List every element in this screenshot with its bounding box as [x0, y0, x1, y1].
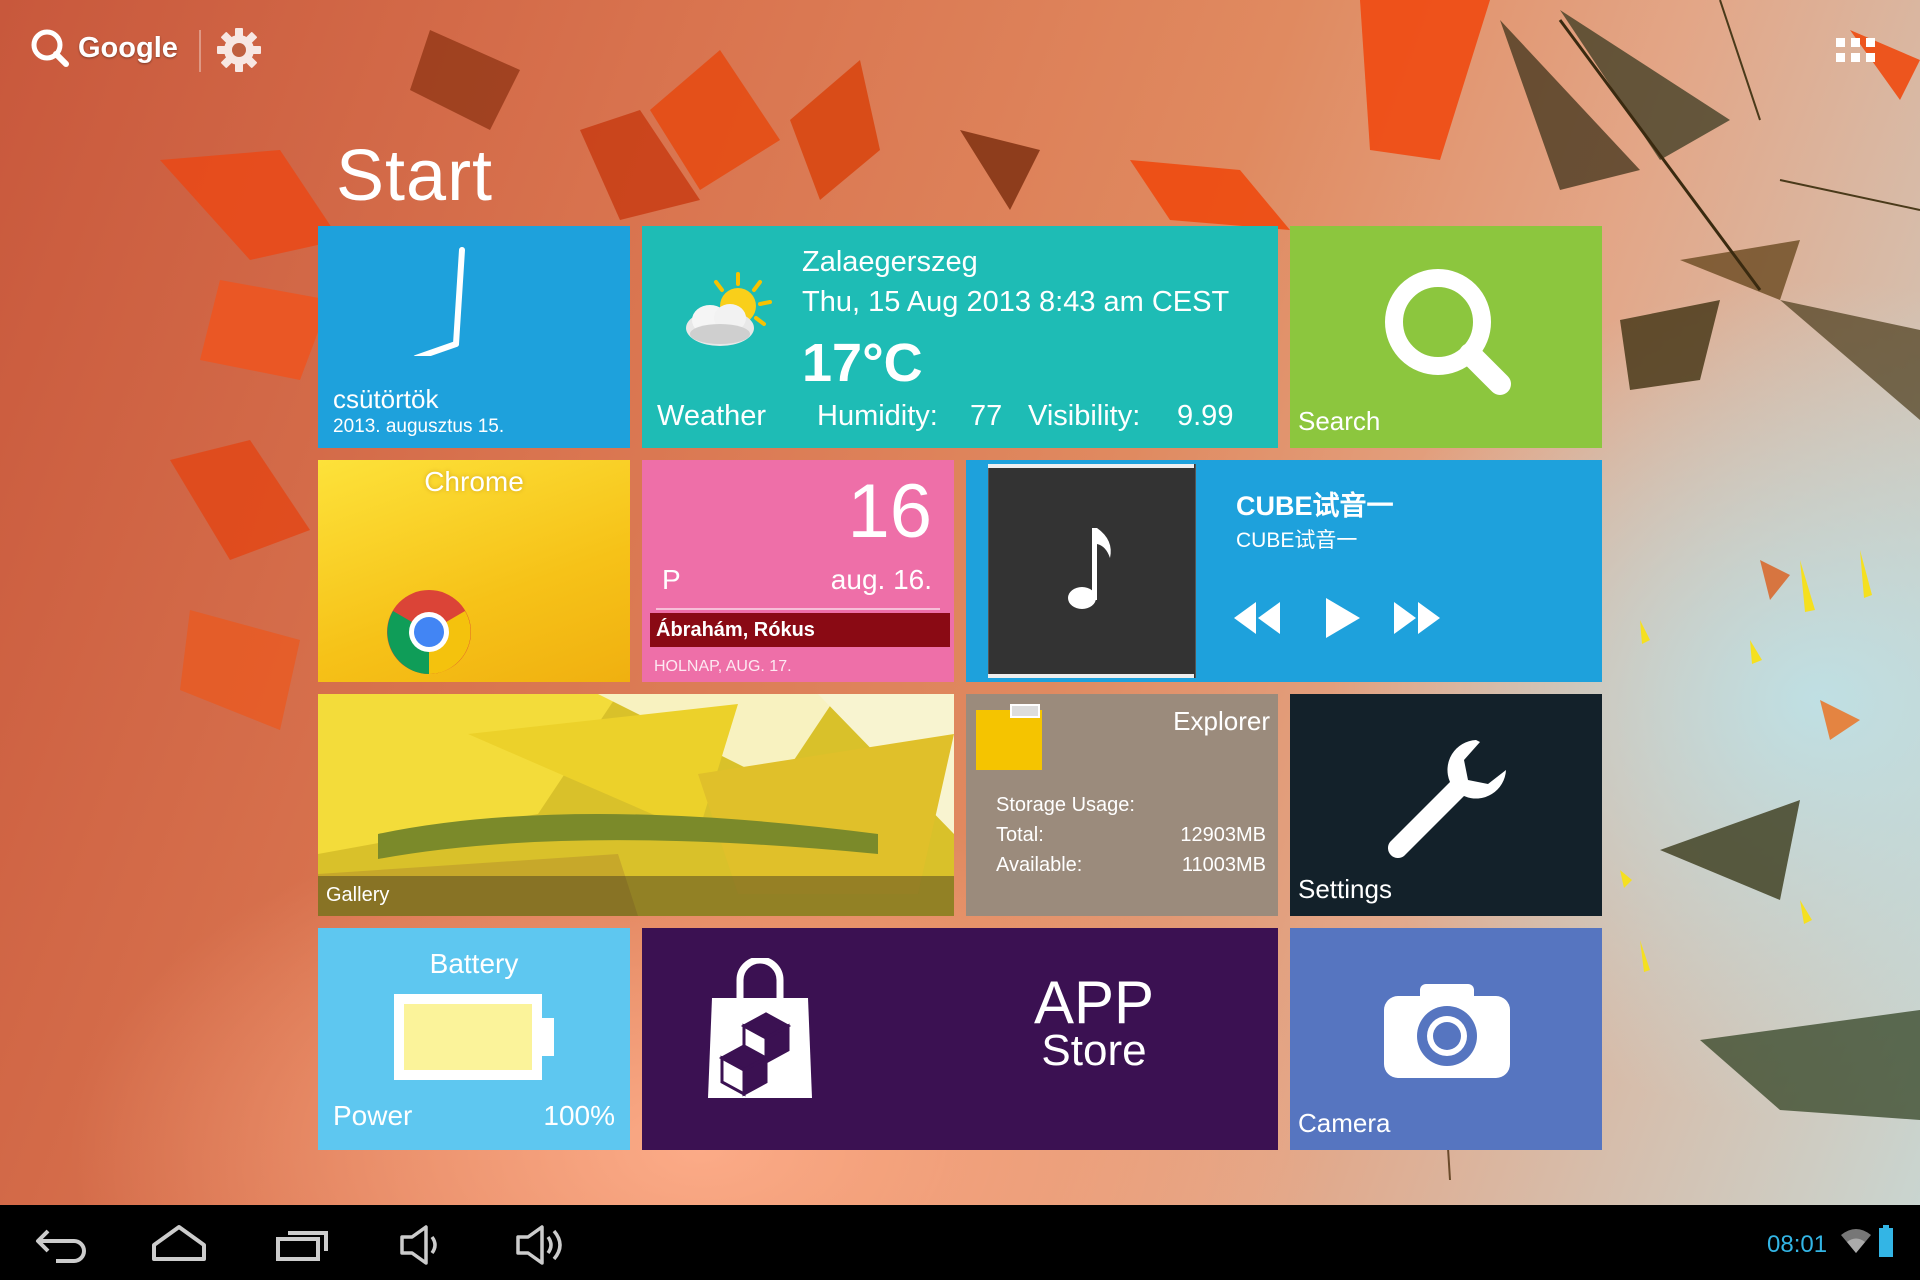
settings-tile[interactable]: Settings	[1290, 694, 1602, 916]
play-icon[interactable]	[1322, 598, 1362, 638]
chrome-logo-icon	[387, 590, 471, 674]
explorer-title: Explorer	[1173, 706, 1270, 736]
search-label: Search	[1298, 406, 1381, 436]
page-title: Start	[336, 136, 494, 216]
available-label: Available:	[996, 854, 1083, 876]
visibility-value: 9.99	[1177, 400, 1234, 432]
appstore-line2: Store	[1041, 1026, 1147, 1075]
battery-percent: 100%	[543, 1100, 615, 1131]
explorer-tile[interactable]: Explorer Storage Usage: Total: 12903MB A…	[966, 694, 1278, 916]
status-time: 08:01	[1767, 1231, 1828, 1258]
clock-day: csütörtök	[333, 384, 439, 414]
volume-up-icon[interactable]	[514, 1223, 568, 1267]
battery-power-label: Power	[333, 1100, 413, 1131]
settings-label: Settings	[1298, 874, 1392, 904]
music-tile[interactable]: CUBE试音一 CUBE试音一	[966, 460, 1602, 682]
clock-tile[interactable]: csütörtök 2013. augusztus 15.	[318, 226, 630, 448]
camera-icon	[1384, 984, 1510, 1078]
volume-down-icon[interactable]	[398, 1223, 444, 1267]
calendar-weekday: P	[662, 564, 681, 595]
weather-datetime: Thu, 15 Aug 2013 8:43 am CEST	[802, 286, 1230, 318]
album-art-bottom	[988, 674, 1194, 678]
system-navigation-bar: 08:01	[0, 1205, 1920, 1280]
top-divider	[199, 30, 201, 72]
visibility-label: Visibility:	[1028, 400, 1141, 432]
wifi-icon	[1841, 1229, 1871, 1253]
total-label: Total:	[996, 824, 1044, 846]
search-icon	[31, 29, 69, 67]
home-icon[interactable]	[150, 1223, 208, 1263]
calendar-next: HOLNAP, AUG. 17.	[654, 658, 792, 675]
calendar-tile[interactable]: 16 P aug. 16. Ábrahám, Rókus HOLNAP, AUG…	[642, 460, 954, 682]
chrome-tile[interactable]: Chrome	[318, 460, 630, 682]
gallery-tile[interactable]: Gallery	[318, 694, 954, 916]
gallery-label: Gallery	[326, 884, 390, 906]
google-search-button[interactable]: Google	[30, 28, 178, 68]
calendar-month-day: aug. 16.	[830, 564, 932, 595]
search-tile[interactable]: Search	[1290, 226, 1602, 448]
clock-date: 2013. augusztus 15.	[333, 416, 505, 437]
gallery-label-bar	[318, 876, 954, 916]
appstore-tile[interactable]: APP Store	[642, 928, 1278, 1150]
weather-label: Weather	[657, 400, 767, 432]
total-value: 12903MB	[1180, 824, 1266, 846]
calendar-event: Ábrahám, Rókus	[650, 613, 950, 647]
camera-tile[interactable]: Camera	[1290, 928, 1602, 1150]
gear-icon[interactable]	[215, 26, 263, 79]
clock-icon	[413, 247, 465, 356]
calendar-day: 16	[847, 469, 932, 554]
battery-title: Battery	[429, 948, 519, 979]
battery-status-icon	[1879, 1225, 1893, 1257]
available-value: 11003MB	[1181, 854, 1266, 876]
folder-icon	[976, 704, 1042, 770]
humidity-value: 77	[970, 400, 1003, 432]
battery-tile[interactable]: Battery Power 100%	[318, 928, 630, 1150]
rewind-icon[interactable]	[1232, 598, 1282, 638]
battery-fill	[404, 1004, 532, 1070]
camera-label: Camera	[1298, 1108, 1391, 1138]
weather-city: Zalaegerszeg	[802, 246, 978, 278]
weather-tile[interactable]: Zalaegerszeg Thu, 15 Aug 2013 8:43 am CE…	[642, 226, 1278, 448]
humidity-label: Humidity:	[817, 400, 938, 432]
chrome-label: Chrome	[424, 466, 524, 497]
wrench-icon	[1388, 740, 1506, 858]
track-artist: CUBE试音一	[1236, 529, 1358, 552]
weather-temperature: 17°C	[802, 333, 923, 393]
music-note-icon	[1068, 528, 1111, 609]
back-icon[interactable]	[34, 1223, 88, 1263]
recents-icon[interactable]	[274, 1223, 330, 1263]
album-art-top	[988, 464, 1194, 468]
storage-label: Storage Usage:	[996, 794, 1135, 816]
fast-forward-icon[interactable]	[1392, 598, 1442, 638]
calendar-divider	[656, 608, 940, 610]
magnifier-icon	[1385, 269, 1511, 395]
partly-cloudy-icon	[686, 272, 772, 346]
grid-icon[interactable]	[1836, 38, 1876, 69]
track-title: CUBE试音一	[1236, 491, 1394, 521]
google-label: Google	[78, 31, 178, 64]
shopping-bag-icon	[708, 958, 812, 1098]
battery-icon	[394, 994, 554, 1080]
